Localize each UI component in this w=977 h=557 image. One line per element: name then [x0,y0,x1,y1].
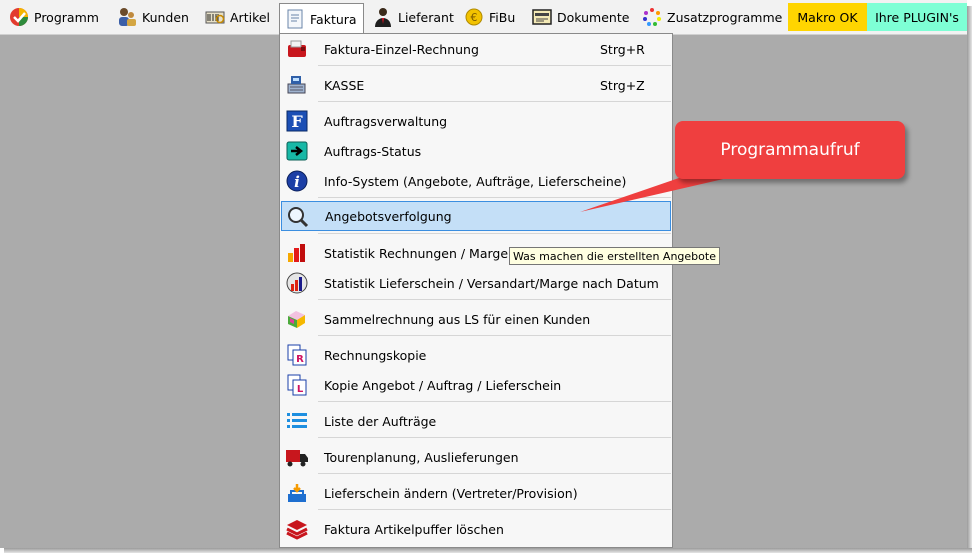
menu-item-label: Kopie Angebot / Auftrag / Lieferschein [324,377,562,393]
menu-item-label: Faktura Artikelpuffer löschen [324,521,504,537]
menu-separator [318,233,671,234]
edit-delivery-icon [285,481,309,505]
customers-icon [116,6,138,28]
menu-item-kopie-angebot[interactable]: L Kopie Angebot / Auftrag / Lieferschein [281,370,671,400]
menu-label: Lieferant [398,9,454,25]
menu-item-statistik-lieferschein[interactable]: Statistik Lieferschein / Versandart/Marg… [281,268,671,298]
menu-separator [318,335,671,336]
shortcut-label: Strg+Z [600,77,645,93]
menu-item-kasse[interactable]: KASSE Strg+Z [281,70,671,100]
menu-label: Faktura [310,11,357,27]
menu-item-info-system[interactable]: i Info-System (Angebote, Aufträge, Liefe… [281,166,671,196]
order-status-icon [285,139,309,163]
documents-icon [531,6,553,28]
menubar: Programm Kunden Artikel Faktura Lieferan… [0,0,967,35]
chart-icon [285,241,309,265]
svg-text:L: L [297,384,304,395]
window-shadow-right [967,6,972,553]
menu-item-label: Info-System (Angebote, Aufträge, Liefers… [324,173,627,189]
program-icon [8,6,30,28]
collective-invoice-icon [285,307,309,331]
menu-artikel[interactable]: Artikel [200,3,274,31]
svg-text:€: € [471,11,478,24]
tooltip: Was machen die erstellten Angebote [509,247,720,265]
layers-icon [285,517,309,541]
menu-label: Zusatzprogramme [667,9,783,25]
fibu-icon: € [463,6,485,28]
menu-separator [318,473,671,474]
supplier-icon [372,6,394,28]
menu-label: Dokumente [557,9,630,25]
svg-text:F: F [291,112,303,131]
plugins-button[interactable]: Ihre PLUGIN's [867,3,967,31]
menu-separator [318,101,671,102]
menu-item-rechnungskopie[interactable]: R Rechnungskopie [281,340,671,370]
truck-icon [285,445,309,469]
menu-item-tourenplanung[interactable]: Tourenplanung, Auslieferungen [281,442,671,472]
menu-item-label: Rechnungskopie [324,347,427,363]
menu-item-label: Tourenplanung, Auslieferungen [324,449,519,465]
menu-item-sammelrechnung[interactable]: Sammelrechnung aus LS für einen Kunden [281,304,671,334]
invoice-copy-icon: R [285,343,309,367]
articles-icon [204,6,226,28]
menu-item-angebotsverfolgung[interactable]: Angebotsverfolgung [281,201,671,231]
shortcut-label: Strg+R [600,41,645,57]
menu-label: Artikel [230,9,271,25]
menu-item-einzel-rechnung[interactable]: Faktura-Einzel-Rechnung Strg+R [281,34,671,64]
menu-dokumente[interactable]: Dokumente [527,3,633,31]
menu-item-liste-auftraege[interactable]: Liste der Aufträge [281,406,671,436]
programmaufruf-callout: Programmaufruf [675,121,905,179]
faktura-dropdown-menu: Faktura-Einzel-Rechnung Strg+R KASSE Str… [279,33,673,548]
order-management-icon: F [285,109,309,133]
invoice-single-icon [285,37,309,61]
menu-item-label: Angebotsverfolgung [325,208,452,224]
menu-item-auftrags-status[interactable]: Auftrags-Status [281,136,671,166]
menu-separator [318,197,671,198]
menu-zusatzprogramme[interactable]: Zusatzprogramme [637,3,786,31]
menu-item-label: Sammelrechnung aus LS für einen Kunden [324,311,591,327]
invoice-icon [284,8,306,30]
addons-icon [641,6,663,28]
chart-delivery-icon [285,271,309,295]
menu-separator [318,509,671,510]
menu-item-label: Auftrags-Status [324,143,422,159]
menu-item-auftragsverwaltung[interactable]: F Auftragsverwaltung [281,106,671,136]
menu-item-label: Faktura-Einzel-Rechnung [324,41,479,57]
menu-separator [318,65,671,66]
menu-item-label: Statistik Lieferschein / Versandart/Marg… [324,275,659,291]
menu-item-label: KASSE [324,77,365,93]
menu-kunden[interactable]: Kunden [112,3,193,31]
menu-item-artikelpuffer-loeschen[interactable]: Faktura Artikelpuffer löschen [281,514,671,544]
document-copy-icon: L [285,373,309,397]
menu-separator [318,437,671,438]
menu-item-label: Auftragsverwaltung [324,113,448,129]
svg-text:i: i [294,173,300,191]
menu-item-lieferschein-aendern[interactable]: Lieferschein ändern (Vertreter/Provision… [281,478,671,508]
magnifier-icon [286,205,310,229]
menu-separator [318,401,671,402]
menu-programm[interactable]: Programm [4,3,103,31]
menu-fibu[interactable]: € FiBu [459,3,519,31]
window-shadow-bottom [4,548,972,553]
menu-separator [318,299,671,300]
cash-register-icon [285,73,309,97]
info-icon: i [285,169,309,193]
menu-faktura[interactable]: Faktura [279,3,364,34]
menu-label: Programm [34,9,99,25]
menu-label: Kunden [142,9,189,25]
menu-lieferant[interactable]: Lieferant [368,3,458,31]
makro-ok-button[interactable]: Makro OK [788,3,867,31]
svg-text:R: R [296,354,304,365]
menu-item-label: Lieferschein ändern (Vertreter/Provision… [324,485,578,501]
list-icon [285,409,309,433]
menu-label: FiBu [489,9,516,25]
menu-item-label: Liste der Aufträge [324,413,437,429]
